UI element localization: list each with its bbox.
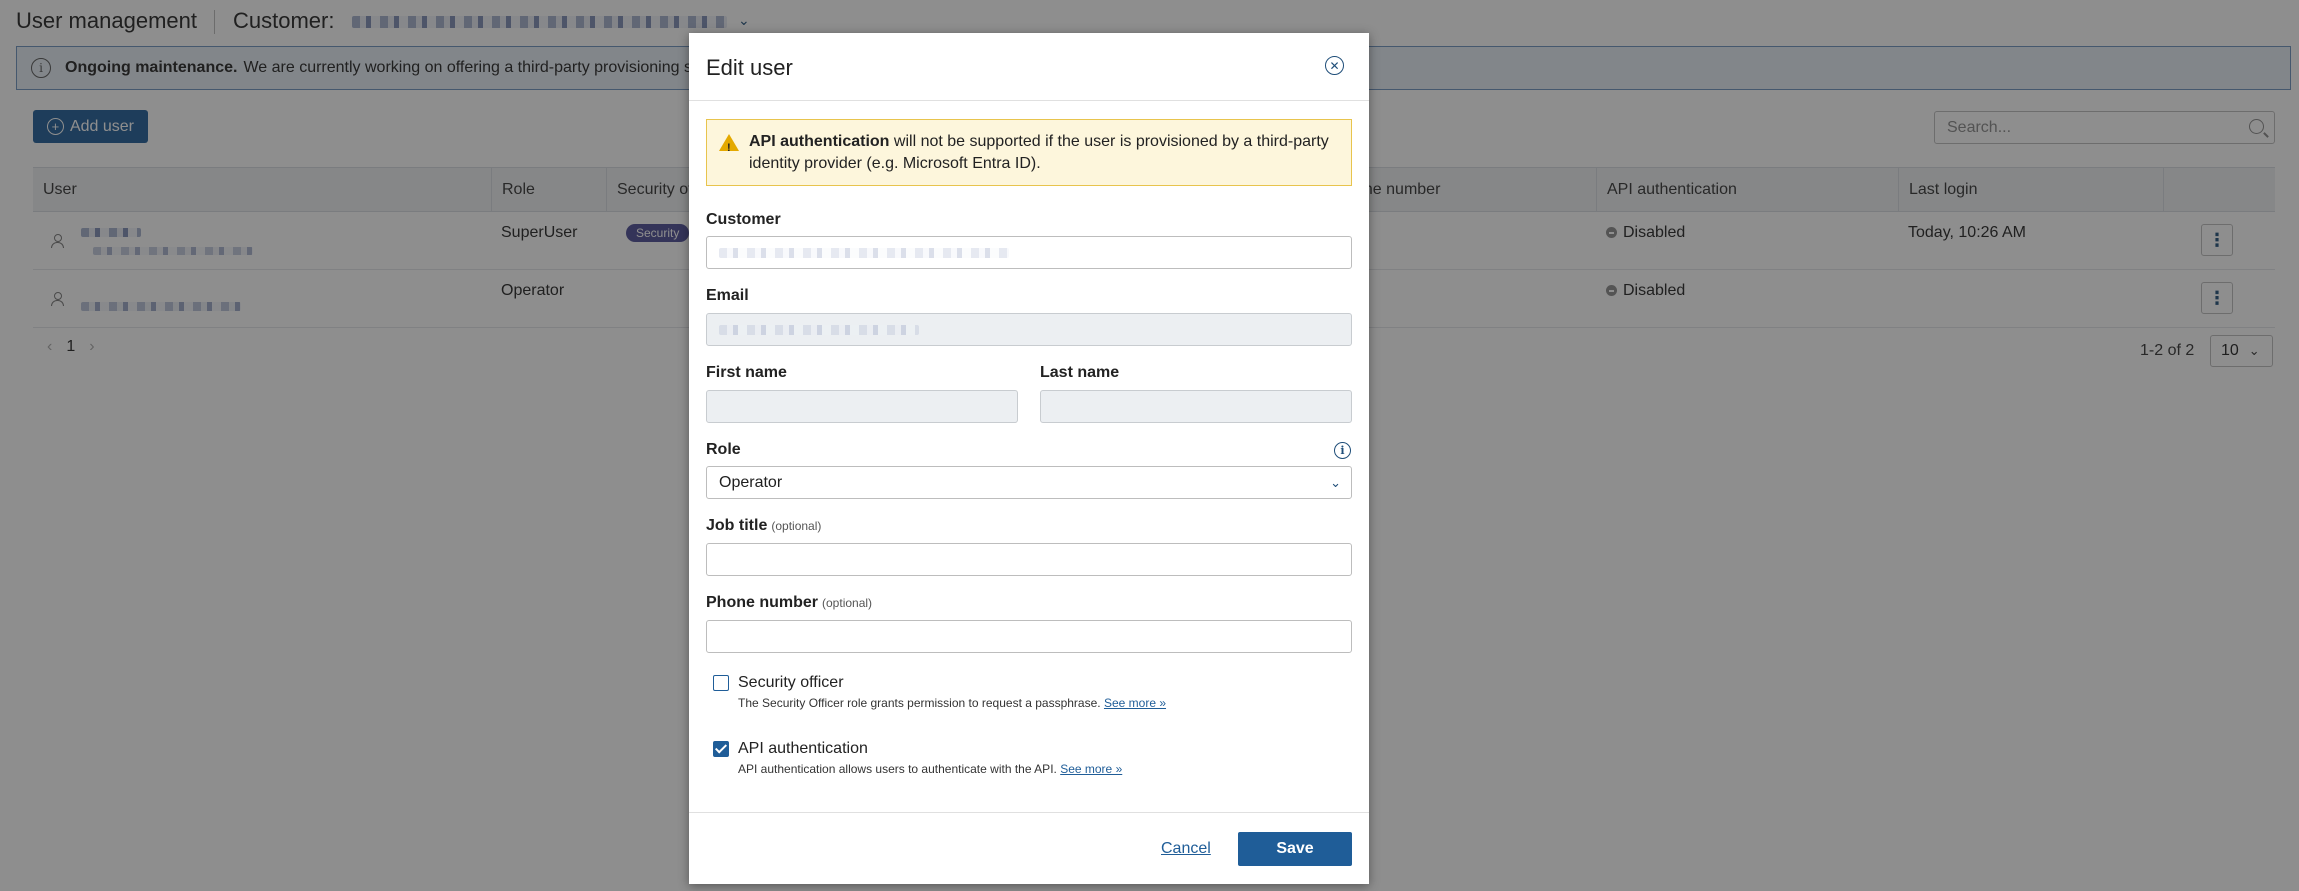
close-icon[interactable]: ✕	[1325, 56, 1344, 75]
info-icon[interactable]: i	[1334, 442, 1351, 459]
api-authentication-see-more-link[interactable]: See more »	[1060, 762, 1122, 776]
role-value: Operator	[719, 473, 783, 491]
dialog-header: Edit user ✕	[689, 33, 1369, 101]
first-name-label: First name	[706, 364, 787, 381]
api-authentication-label[interactable]: API authentication	[738, 740, 868, 758]
security-officer-see-more-link[interactable]: See more »	[1104, 696, 1166, 710]
dialog-footer-divider	[689, 812, 1369, 813]
email-field-label: Email	[706, 287, 749, 304]
api-warning: ! API authentication will not be support…	[706, 119, 1352, 186]
customer-field[interactable]	[706, 236, 1352, 269]
security-officer-label[interactable]: Security officer	[738, 674, 844, 692]
phone-number-label: Phone number (optional)	[706, 594, 873, 611]
customer-field-label: Customer	[706, 211, 781, 228]
role-select[interactable]: Operator ⌄	[706, 466, 1352, 499]
api-authentication-description: API authentication allows users to authe…	[738, 762, 1123, 776]
warning-title: API authentication	[749, 133, 890, 150]
security-officer-checkbox[interactable]	[713, 675, 729, 691]
warning-icon: !	[719, 134, 739, 154]
edit-user-dialog: Edit user ✕ ! API authentication will no…	[689, 33, 1369, 884]
first-name-field	[706, 390, 1018, 423]
email-value-redacted	[719, 324, 919, 335]
security-officer-description: The Security Officer role grants permiss…	[738, 696, 1167, 710]
last-name-label: Last name	[1040, 364, 1120, 381]
cancel-button[interactable]: Cancel	[1161, 840, 1211, 858]
last-name-field	[1040, 390, 1352, 423]
customer-value-redacted	[719, 247, 1009, 258]
save-button[interactable]: Save	[1238, 832, 1352, 866]
chevron-down-icon: ⌄	[1330, 475, 1341, 490]
api-authentication-checkbox[interactable]	[713, 741, 729, 757]
dialog-title: Edit user	[706, 55, 793, 80]
role-label: Role	[706, 441, 741, 458]
job-title-input[interactable]	[706, 543, 1352, 576]
email-field	[706, 313, 1352, 346]
job-title-label: Job title (optional)	[706, 517, 822, 534]
phone-number-input[interactable]	[706, 620, 1352, 653]
